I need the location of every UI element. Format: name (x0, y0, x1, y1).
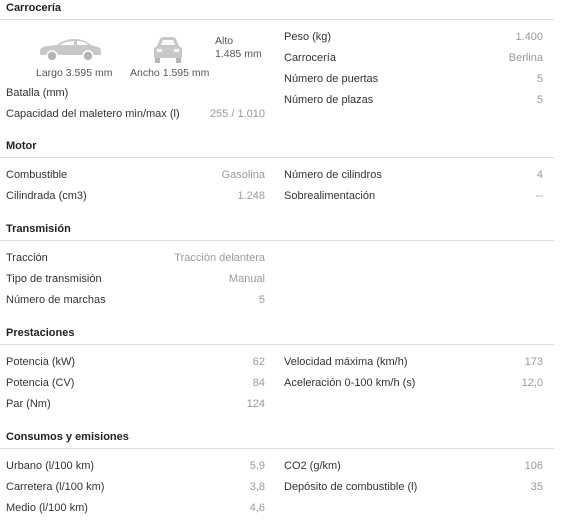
spec-label-potencia-cv: Potencia (CV) (6, 377, 75, 389)
divider (0, 344, 554, 345)
spec-label-marchas: Número de marchas (6, 294, 106, 306)
width-dimension: Ancho 1.595 mm (130, 67, 210, 79)
spec-value-potencia-kw: 62 (252, 356, 265, 368)
spec-label-puertas: Número de puertas (284, 73, 379, 85)
spec-label-potencia-kw: Potencia (kW) (6, 356, 76, 368)
spec-label-cilindros: Número de cilindros (284, 169, 382, 181)
spec-label-aceleracion: Aceleración 0-100 km/h (s) (284, 377, 416, 389)
spec-value-velocidad-maxima: 173 (524, 356, 543, 368)
spec-value-cilindrada: 1.248 (237, 190, 265, 202)
spec-value-traccion: Tracción delantera (174, 252, 265, 264)
section-title-consumos: Consumos y emisiones (6, 431, 129, 443)
car-front-icon (154, 37, 182, 63)
divider (0, 448, 554, 449)
spec-value-carroceria: Berlina (508, 52, 543, 64)
spec-label-deposito: Depósito de combustible (l) (284, 481, 418, 493)
spec-value-peso: 1.400 (515, 31, 543, 43)
spec-label-urbano: Urbano (l/100 km) (6, 460, 95, 472)
section-title-motor: Motor (6, 140, 37, 152)
divider (0, 157, 554, 158)
spec-value-potencia-cv: 84 (252, 377, 265, 389)
section-title-prestaciones: Prestaciones (6, 327, 75, 339)
spec-value-co2: 106 (524, 460, 543, 472)
spec-label-peso: Peso (kg) (284, 31, 332, 43)
spec-value-sobrealimentacion: -- (535, 190, 543, 202)
spec-value-aceleracion: 12,0 (521, 377, 543, 389)
car-side-icon (40, 39, 101, 62)
spec-label-batalla: Batalla (mm) (6, 87, 69, 99)
spec-value-par: 124 (246, 398, 265, 410)
spec-label-medio: Medio (l/100 km) (6, 502, 88, 514)
spec-value-carretera: 3,8 (249, 481, 265, 493)
spec-value-combustible: Gasolina (221, 169, 265, 181)
spec-value-cilindros: 4 (536, 169, 543, 181)
spec-label-maletero: Capacidad del maletero min/max (l) (6, 108, 180, 120)
divider (0, 19, 554, 20)
section-title-transmision: Transmisión (6, 223, 71, 235)
height-dimension-value: 1.485 mm (215, 48, 262, 60)
spec-label-combustible: Combustible (6, 169, 68, 181)
spec-label-cilindrada: Cilindrada (cm3) (6, 190, 87, 202)
spec-label-sobrealimentacion: Sobrealimentación (284, 190, 376, 202)
spec-value-urbano: 5,9 (249, 460, 265, 472)
spec-value-tipo-transmision: Manual (228, 273, 265, 285)
length-dimension: Largo 3.595 mm (36, 67, 113, 79)
divider (0, 240, 554, 241)
spec-value-marchas: 5 (258, 294, 265, 306)
spec-label-velocidad-maxima: Velocidad máxima (km/h) (284, 356, 408, 368)
spec-value-medio: 4,6 (249, 502, 265, 514)
spec-value-puertas: 5 (536, 73, 543, 85)
spec-label-plazas: Número de plazas (284, 94, 374, 106)
spec-value-maletero: 255 / 1.010 (209, 108, 265, 120)
spec-value-plazas: 5 (536, 94, 543, 106)
spec-label-traccion: Tracción (6, 252, 48, 264)
spec-label-carroceria: Carrocería (284, 52, 336, 64)
spec-label-co2: CO2 (g/km) (284, 460, 341, 472)
height-dimension-label: Alto (215, 35, 234, 47)
spec-value-deposito: 35 (530, 481, 543, 493)
section-title-carroceria: Carrocería (6, 2, 62, 14)
spec-label-par: Par (Nm) (6, 398, 51, 410)
spec-label-carretera: Carretera (l/100 km) (6, 481, 105, 493)
spec-label-tipo-transmision: Tipo de transmisión (6, 273, 102, 285)
